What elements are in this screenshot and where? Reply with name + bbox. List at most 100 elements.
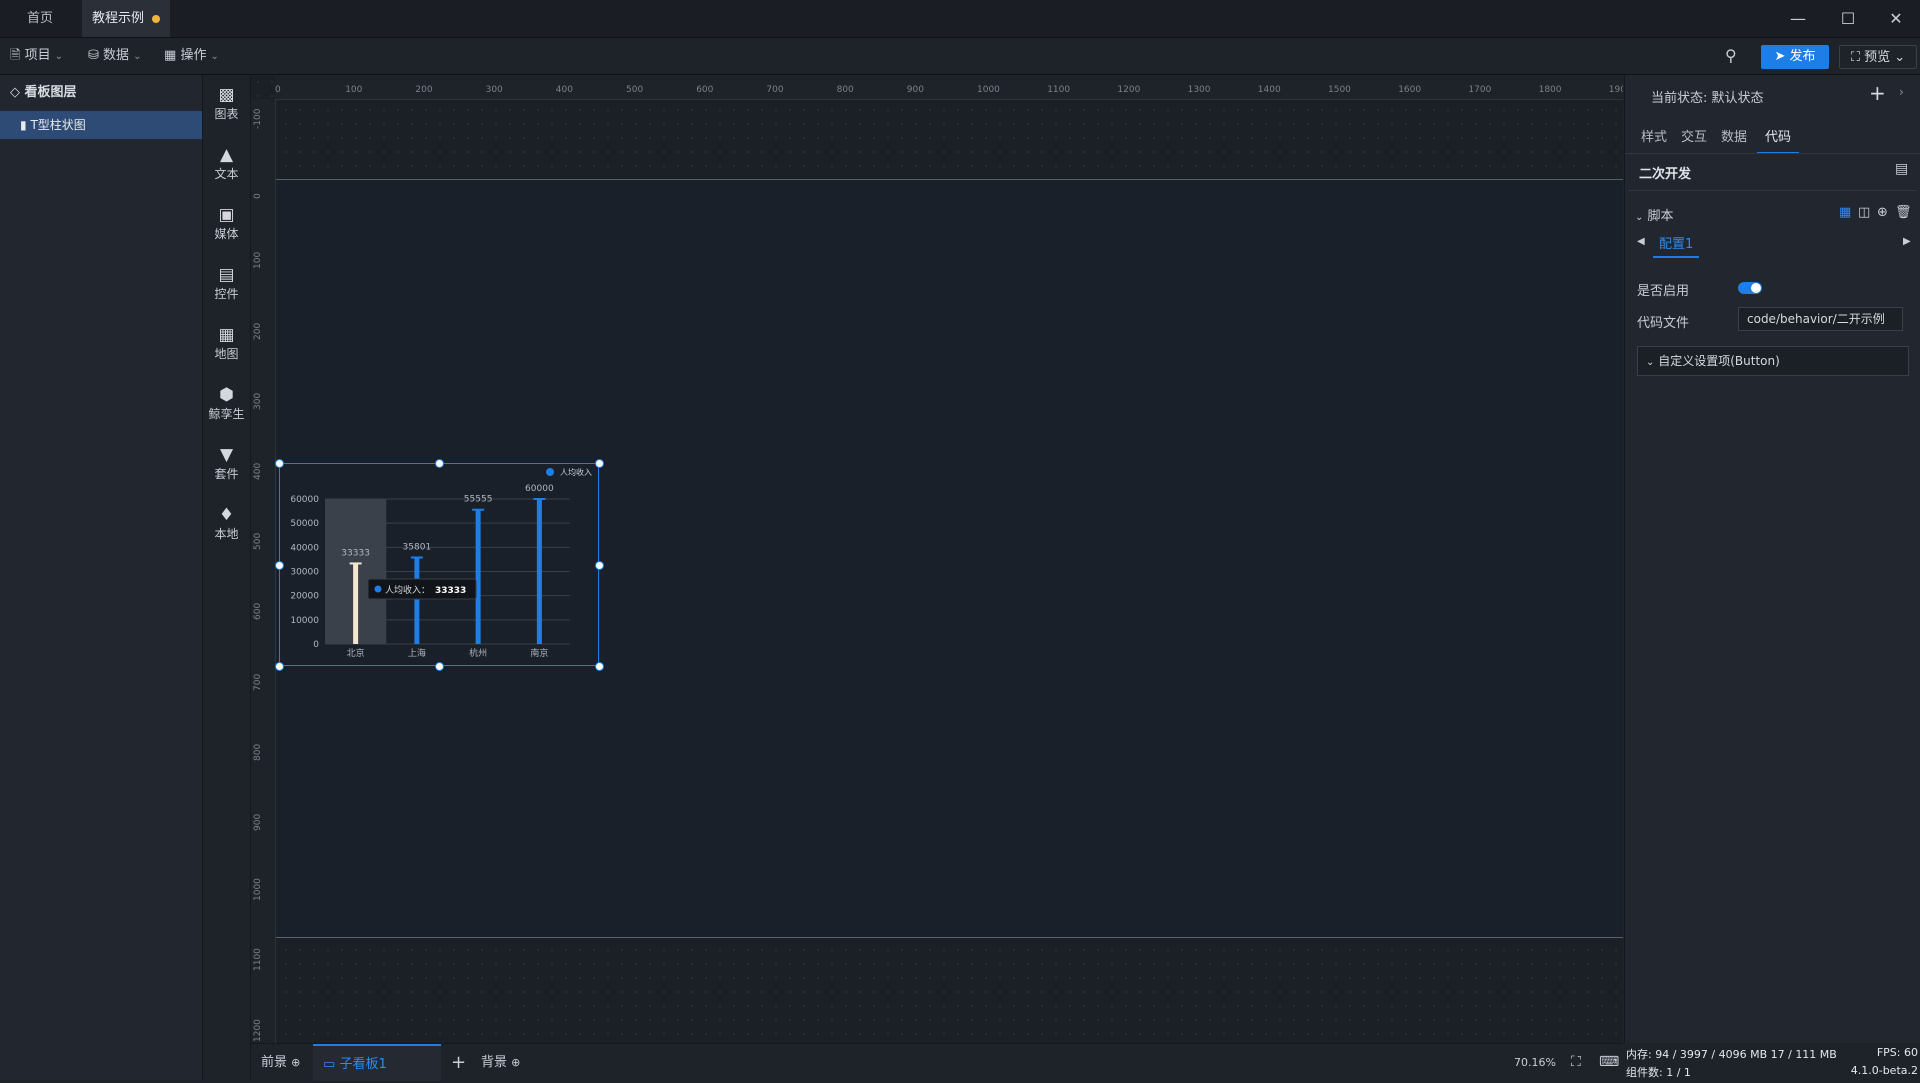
- code-file-select[interactable]: code/behavior/二开示例: [1738, 307, 1903, 331]
- background-tab[interactable]: 背景 ⊕: [481, 1044, 520, 1081]
- tab-style[interactable]: 样式: [1641, 124, 1667, 152]
- chevron-down-icon: ⌄: [210, 51, 219, 62]
- bar: [475, 509, 481, 644]
- bottom-bar: 前景 ⊕ ▭ 子看板1 + 背景 ⊕ 70.16% ⛶ ⌨: [251, 1043, 1623, 1081]
- chevron-left-icon[interactable]: ◀: [1637, 236, 1645, 247]
- component-map[interactable]: ▦ 地图: [203, 325, 250, 362]
- component-text[interactable]: ▲ 文本: [203, 145, 250, 182]
- fit-screen-icon[interactable]: ⛶: [1571, 1044, 1581, 1081]
- ruler-top-tick: 1900: [1608, 85, 1623, 95]
- code-file-value: code/behavior/二开示例: [1747, 312, 1885, 326]
- chevron-down-icon: ⌄: [54, 51, 63, 62]
- custom-settings-label: 自定义设置项(Button): [1658, 354, 1780, 368]
- y-tick-label: 20000: [290, 592, 319, 602]
- preview-button[interactable]: ⛶ 预览 ⌄: [1839, 45, 1917, 69]
- script-label: 脚本: [1647, 209, 1674, 224]
- section-title: 二次开发: [1639, 167, 1692, 182]
- resize-handle[interactable]: [275, 560, 284, 570]
- keyboard-icon[interactable]: ⌨: [1599, 1044, 1619, 1081]
- file-icon: 🗎: [10, 48, 21, 63]
- ruler-top-tick: 1500: [1328, 85, 1351, 95]
- minimize-button[interactable]: —: [1774, 0, 1822, 37]
- resize-handle[interactable]: [595, 459, 604, 468]
- tooltip-label: 人均收入：: [385, 584, 430, 596]
- trash-icon[interactable]: 🗑: [1895, 205, 1912, 220]
- resize-handle[interactable]: [435, 459, 444, 468]
- resize-handle[interactable]: [595, 662, 604, 671]
- layout-icon[interactable]: ▦: [1839, 205, 1851, 220]
- component-bar: ▩ 图表 ▲ 文本 ▣ 媒体 ▤ 控件 ▦ 地图 ⬢ 鲸孪生 ▼ 套件 ♦ 本地: [203, 75, 251, 1080]
- component-control[interactable]: ▤ 控件: [203, 265, 250, 302]
- component-kit[interactable]: ▼ 套件: [203, 445, 250, 482]
- maximize-button[interactable]: ☐: [1824, 0, 1872, 37]
- component-chart[interactable]: ▩ 图表: [203, 85, 250, 122]
- unsaved-dot-icon: [152, 14, 160, 23]
- add-state-button[interactable]: +: [1869, 81, 1886, 105]
- ruler-top-tick: 1000: [977, 85, 1000, 95]
- add-circle-icon[interactable]: ⊕: [1877, 205, 1888, 220]
- custom-settings-section[interactable]: ⌄ 自定义设置项(Button): [1637, 346, 1909, 376]
- config-tab[interactable]: 配置1: [1653, 233, 1700, 258]
- lock-icon[interactable]: ▤: [1895, 161, 1908, 177]
- y-tick-label: 0: [313, 640, 319, 650]
- split-icon[interactable]: ◫: [1858, 205, 1870, 220]
- resize-handle[interactable]: [275, 459, 284, 468]
- chart-component[interactable]: 0 10000 20000 30000 40000 50000 60000 33333 北京 35…: [275, 459, 604, 671]
- tab-demo[interactable]: 教程示例: [82, 0, 170, 37]
- bar: [414, 557, 420, 644]
- add-board-button[interactable]: +: [451, 1044, 466, 1081]
- ruler-left-tick: 300: [253, 392, 263, 410]
- tab-data[interactable]: 数据: [1721, 124, 1747, 152]
- data-label: 60000: [525, 484, 554, 494]
- database-icon: ⛁: [88, 48, 99, 63]
- ruler-top-tick: 100: [345, 85, 363, 95]
- tab-demo-label: 教程示例: [91, 11, 144, 26]
- menu-project[interactable]: 🗎 项目 ⌄: [10, 46, 63, 66]
- tab-code[interactable]: 代码: [1757, 124, 1800, 154]
- y-tick-label: 10000: [290, 616, 319, 626]
- chevron-right-icon[interactable]: ›: [1899, 85, 1904, 99]
- resize-handle[interactable]: [435, 662, 444, 671]
- tab-home-label: 首页: [26, 11, 53, 26]
- component-media[interactable]: ▣ 媒体: [203, 205, 250, 242]
- bar: [353, 563, 359, 644]
- ruler-left-tick: 500: [253, 533, 263, 551]
- ruler-left-tick: -100: [253, 108, 263, 129]
- ruler-top: 0 100 200 300 400 500 600 700 800 900 1000 1100 1200…: [275, 75, 1623, 100]
- ruler-top-tick: 1300: [1187, 85, 1211, 95]
- chevron-right-icon[interactable]: ▶: [1903, 236, 1911, 247]
- close-window-button[interactable]: ✕: [1872, 0, 1920, 37]
- search-icon[interactable]: ⚲: [1725, 46, 1737, 66]
- resize-handle[interactable]: [275, 662, 284, 671]
- publish-button[interactable]: ➤ 发布: [1761, 45, 1829, 69]
- memory-status: 内存: 94 / 3997 / 4096 MB 17 / 111 MB: [1626, 1048, 1837, 1061]
- sub-board-tab[interactable]: ▭ 子看板1: [313, 1044, 441, 1081]
- component-control-label: 控件: [214, 287, 239, 301]
- tab-home[interactable]: 首页: [0, 0, 80, 37]
- version-label: 4.1.0-beta.2: [1850, 1064, 1918, 1077]
- layer-panel: ◇ 看板图层 ▮ T型柱状图: [0, 75, 203, 1080]
- control-icon: ▤: [218, 265, 235, 285]
- data-label: 55555: [464, 495, 493, 505]
- resize-handle[interactable]: [595, 560, 604, 570]
- shirt-icon: ▼: [219, 445, 234, 465]
- script-section-header[interactable]: ⌄ 脚本: [1635, 205, 1674, 224]
- menu-data[interactable]: ⛁ 数据 ⌄: [88, 46, 141, 66]
- tab-interaction-label: 交互: [1681, 130, 1708, 145]
- x-tick-label: 上海: [408, 647, 426, 659]
- ruler-left-tick: 1000: [253, 878, 263, 902]
- component-local[interactable]: ♦ 本地: [203, 505, 250, 542]
- chart-icon: ▩: [218, 85, 235, 105]
- tab-style-label: 样式: [1641, 130, 1668, 145]
- divider: [1629, 190, 1917, 191]
- layer-panel-header: ◇ 看板图层: [0, 75, 202, 111]
- y-tick-label: 50000: [290, 519, 319, 529]
- enable-toggle[interactable]: [1738, 282, 1762, 294]
- ruler-top-tick: 1400: [1257, 85, 1281, 95]
- foreground-tab[interactable]: 前景 ⊕: [261, 1044, 300, 1081]
- ruler-left-tick: 400: [253, 462, 263, 480]
- layer-item[interactable]: ▮ T型柱状图: [0, 111, 202, 139]
- menu-operation[interactable]: ▦ 操作 ⌄: [164, 46, 219, 66]
- tab-interaction[interactable]: 交互: [1681, 124, 1707, 152]
- component-twin[interactable]: ⬢ 鲸孪生: [203, 385, 250, 422]
